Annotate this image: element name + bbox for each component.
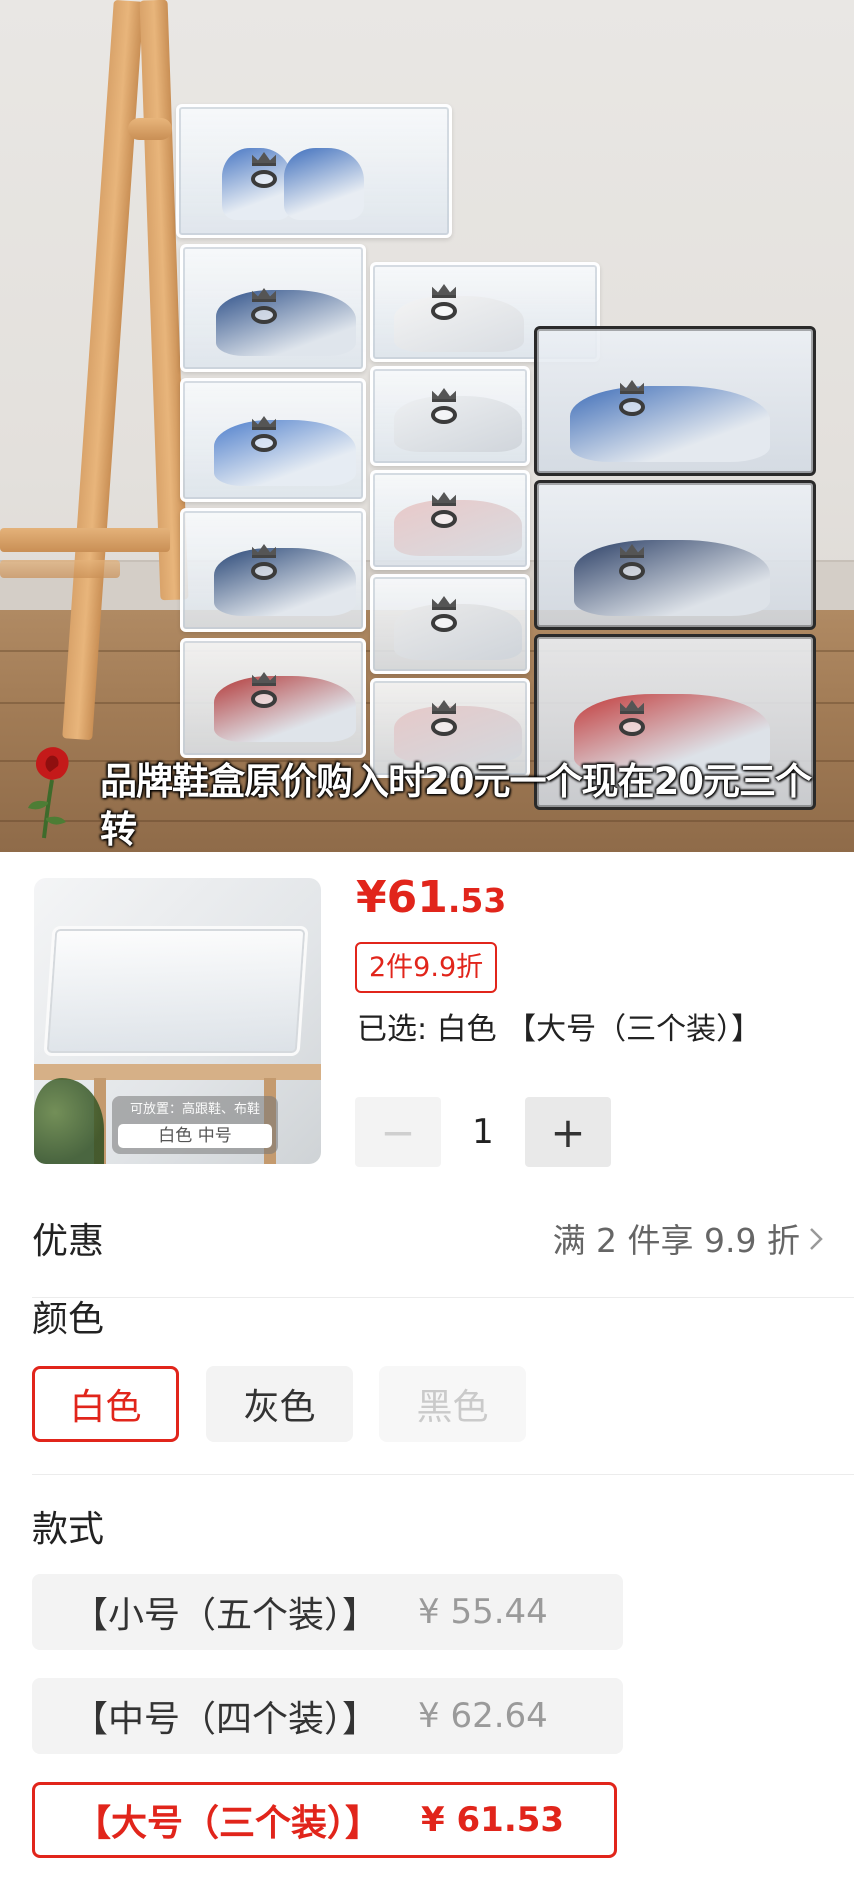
product-price: ¥61.53 — [356, 872, 506, 923]
color-section-title: 颜色 — [32, 1299, 105, 1340]
thumbnail-label-usage: 可放置：高跟鞋、布鞋 — [129, 1102, 260, 1117]
ladder-shelf — [0, 528, 170, 552]
handle-icon — [431, 614, 457, 632]
price-integer: 61 — [386, 872, 448, 923]
handle-icon — [431, 510, 457, 528]
shoe — [570, 386, 770, 462]
handle-icon — [431, 718, 457, 736]
color-option-white[interactable]: 白色 — [32, 1366, 179, 1442]
handle-icon — [431, 406, 457, 424]
style-option-label: 【中号（四个装）】 — [72, 1699, 379, 1740]
handle-icon — [619, 562, 645, 580]
style-option-price: ¥ 61.53 — [421, 1800, 565, 1840]
handle-icon — [251, 562, 277, 580]
color-option-gray[interactable]: 灰色 — [206, 1366, 353, 1442]
thumbnail-label: 可放置：高跟鞋、布鞋 白色 中号 — [112, 1096, 278, 1154]
product-thumbnail[interactable]: 可放置：高跟鞋、布鞋 白色 中号 — [34, 878, 321, 1164]
chevron-right-icon — [808, 1222, 824, 1260]
selected-spec: 已选: 白色 【大号（三个装）】 — [357, 1012, 762, 1047]
style-option-label: 【大号（三个装）】 — [75, 1803, 382, 1844]
style-option-label: 【小号（五个装）】 — [72, 1595, 379, 1636]
promo-row[interactable]: 满 2 件享 9.9 折 — [553, 1214, 824, 1262]
rose-icon — [28, 747, 69, 839]
handle-icon — [251, 434, 277, 452]
price-symbol: ¥ — [356, 872, 387, 923]
style-option-large[interactable]: 【大号（三个装）】 ¥ 61.53 — [32, 1782, 617, 1858]
style-option-small[interactable]: 【小号（五个装）】 ¥ 55.44 — [32, 1574, 623, 1650]
style-option-price: ¥ 55.44 — [418, 1592, 548, 1632]
quantity-minus-button[interactable]: − — [355, 1097, 441, 1167]
ladder-shelf — [0, 560, 120, 578]
shoe — [394, 396, 522, 452]
video-caption: 品牌鞋盒原价购入时20元一个现在20元三个转 — [100, 760, 812, 851]
quantity-value[interactable]: 1 — [446, 1097, 520, 1167]
thumbnail-table — [34, 1064, 321, 1080]
shoe — [394, 706, 522, 762]
shoe — [214, 676, 356, 742]
divider — [32, 1474, 854, 1475]
discount-tag: 2件9.9折 — [355, 942, 498, 993]
thumbnail-box — [43, 926, 309, 1056]
handle-icon — [251, 690, 277, 708]
handle-icon — [431, 302, 457, 320]
shoe — [214, 548, 356, 616]
price-decimal: .53 — [447, 881, 507, 920]
divider — [32, 1297, 854, 1298]
shoe — [394, 296, 524, 352]
promo-value: 满 2 件享 9.9 折 — [552, 1221, 800, 1260]
handle-icon — [251, 170, 277, 188]
style-section-title: 款式 — [32, 1509, 105, 1550]
shoe — [394, 604, 522, 660]
thumbnail-label-variant: 白色 中号 — [118, 1124, 272, 1148]
handle-icon — [619, 718, 645, 736]
promo-label: 优惠 — [32, 1221, 105, 1262]
shoe — [284, 148, 364, 220]
shoe — [214, 420, 356, 486]
handle-icon — [619, 398, 645, 416]
product-video[interactable]: 品牌鞋盒原价购入时20元一个现在20元三个转 — [0, 0, 854, 852]
quantity-plus-button[interactable]: + — [525, 1097, 611, 1167]
style-option-medium[interactable]: 【中号（四个装）】 ¥ 62.64 — [32, 1678, 623, 1754]
shoe — [574, 540, 770, 616]
style-option-price: ¥ 62.64 — [418, 1696, 548, 1736]
shoe — [216, 290, 356, 356]
ladder-peg — [128, 118, 172, 140]
shoe — [394, 500, 522, 556]
color-option-black[interactable]: 黑色 — [379, 1366, 526, 1442]
handle-icon — [251, 306, 277, 324]
